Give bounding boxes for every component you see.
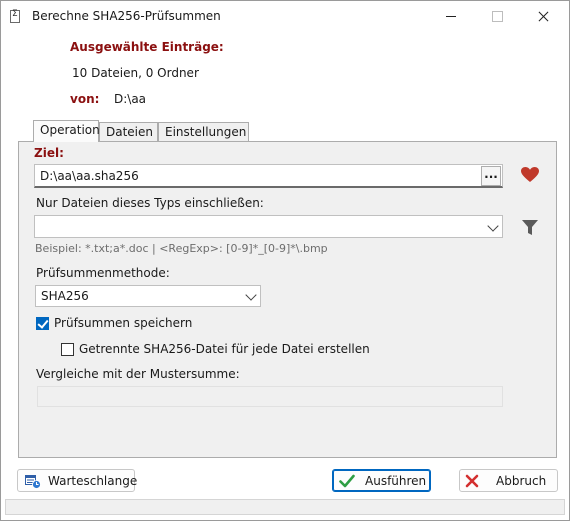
filter-combobox[interactable] xyxy=(34,215,503,238)
cancel-button[interactable]: Abbruch xyxy=(459,469,558,492)
target-label: Ziel: xyxy=(34,146,64,160)
queue-button[interactable]: Warteschlange xyxy=(17,469,138,492)
minimize-button[interactable] xyxy=(428,1,474,32)
tab-einstellungen-label: Einstellungen xyxy=(165,125,247,139)
save-checksums-checkbox[interactable] xyxy=(36,317,49,330)
separate-file-checkbox[interactable] xyxy=(61,343,74,356)
method-label: Prüfsummenmethode: xyxy=(36,266,170,280)
tab-operation[interactable]: Operation xyxy=(33,120,100,142)
status-bar xyxy=(5,499,565,515)
chevron-down-icon xyxy=(487,220,499,232)
window-title: Berechne SHA256-Prüfsummen xyxy=(32,9,221,23)
run-button[interactable]: Ausführen xyxy=(332,469,431,492)
tab-einstellungen[interactable]: Einstellungen xyxy=(158,122,249,141)
checksum-icon xyxy=(10,9,20,23)
selected-items-label: Ausgewählte Einträge: xyxy=(70,40,224,54)
chevron-down-icon xyxy=(245,289,257,301)
save-checksums-label[interactable]: Prüfsummen speichern xyxy=(54,316,192,330)
cancel-label: Abbruch xyxy=(496,474,547,488)
compare-field xyxy=(37,386,503,407)
run-label: Ausführen xyxy=(365,474,427,488)
tab-operation-label: Operation xyxy=(40,123,100,137)
dialog-window: Berechne SHA256-Prüfsummen Ausgewählte E… xyxy=(0,0,570,521)
title-bar[interactable]: Berechne SHA256-Prüfsummen xyxy=(1,1,569,32)
tab-dateien[interactable]: Dateien xyxy=(99,122,158,141)
separate-file-label[interactable]: Getrennte SHA256-Datei für jede Datei er… xyxy=(79,342,370,356)
checkmark-icon xyxy=(339,474,355,488)
selected-items-value: 10 Dateien, 0 Ordner xyxy=(72,66,199,80)
tab-dateien-label: Dateien xyxy=(106,125,154,139)
method-value: SHA256 xyxy=(41,289,89,303)
x-icon xyxy=(465,474,479,488)
target-value: D:\aa\aa.sha256 xyxy=(40,169,139,183)
queue-icon xyxy=(25,475,41,489)
dialog-body: Ausgewählte Einträge: 10 Dateien, 0 Ordn… xyxy=(1,32,569,520)
source-label: von: xyxy=(70,92,100,106)
heart-icon[interactable] xyxy=(521,167,539,183)
queue-label: Warteschlange xyxy=(48,474,138,488)
target-field[interactable]: D:\aa\aa.sha256 ... xyxy=(34,164,503,188)
filter-label: Nur Dateien dieses Typs einschließen: xyxy=(36,196,264,210)
close-button[interactable] xyxy=(520,1,566,32)
operation-panel: Ziel: D:\aa\aa.sha256 ... Nur Dateien di… xyxy=(18,141,557,458)
maximize-button[interactable] xyxy=(474,1,520,32)
funnel-icon[interactable] xyxy=(522,220,538,236)
compare-label: Vergleiche mit der Mustersumme: xyxy=(36,367,240,381)
browse-button[interactable]: ... xyxy=(481,166,501,186)
source-path: D:\aa xyxy=(114,92,147,106)
filter-hint: Beispiel: *.txt;a*.doc | <RegExp>: [0-9]… xyxy=(35,242,328,255)
method-select[interactable]: SHA256 xyxy=(35,285,261,307)
